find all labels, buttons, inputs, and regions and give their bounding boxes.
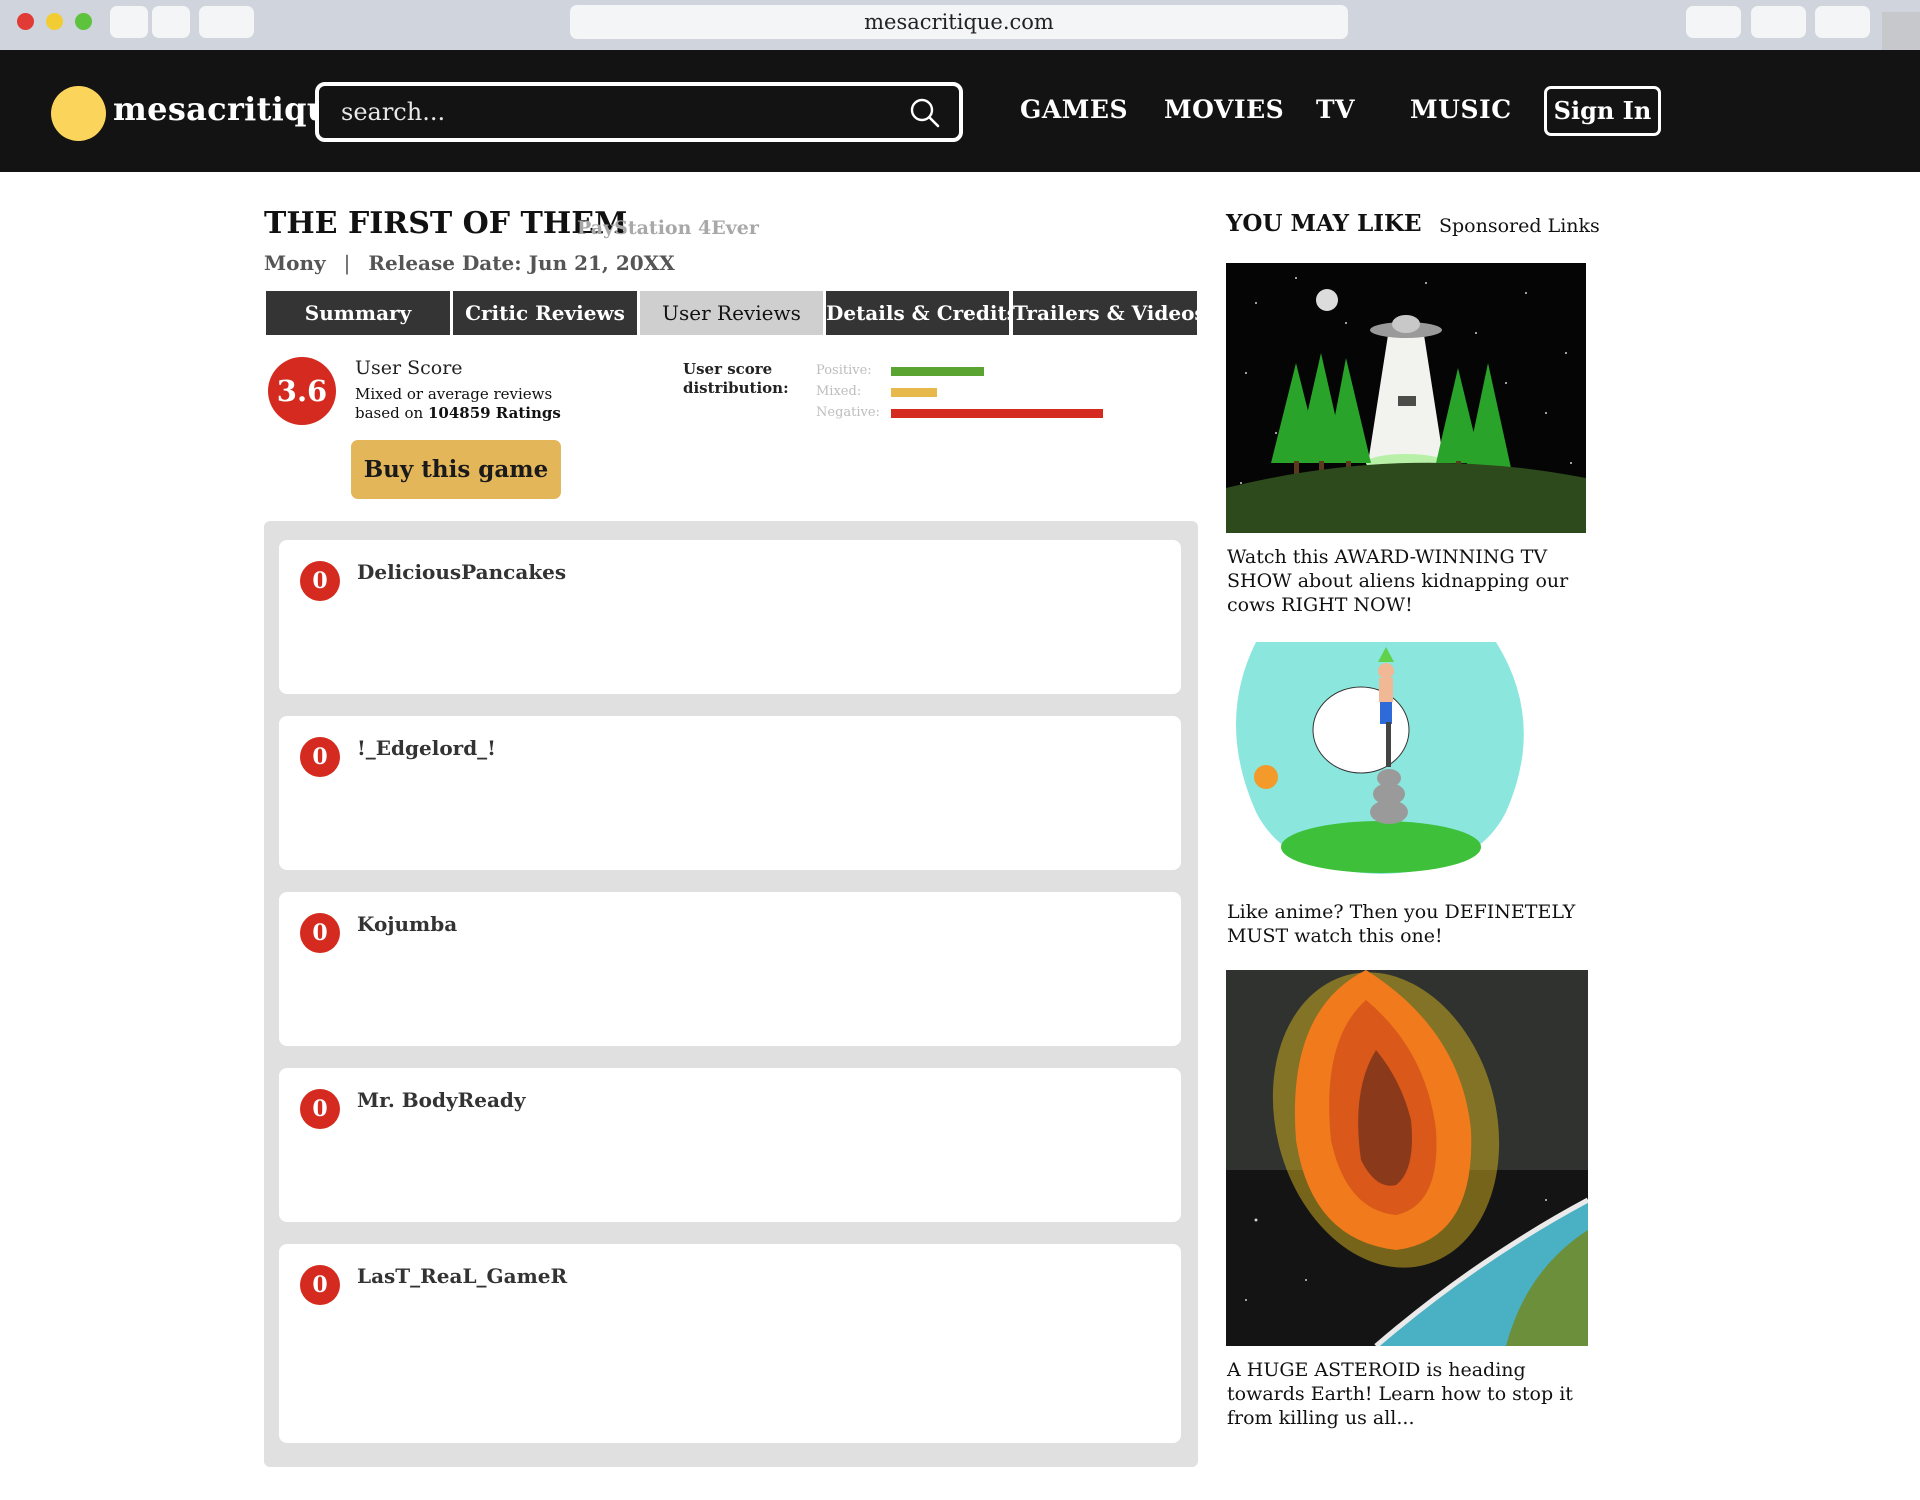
review-card[interactable]: 0 LasT_ReaL_GameR [279,1244,1181,1443]
nav-music[interactable]: MUSIC [1410,95,1512,124]
dist-negative-bar [891,409,1103,418]
sponsored-label: Sponsored Links [1439,215,1600,237]
platform-link[interactable]: PayStation 4Ever [577,217,759,239]
review-username[interactable]: LasT_ReaL_GameR [357,1264,567,1288]
sign-in-button[interactable]: Sign In [1544,86,1661,136]
ratings-prefix: based on [355,404,428,422]
maximize-window-button[interactable] [75,13,92,30]
share-button[interactable] [1686,6,1741,38]
search-icon[interactable] [909,97,941,129]
back-button[interactable] [110,6,148,38]
review-username[interactable]: DeliciousPancakes [357,560,566,584]
tabs-overview-button[interactable] [1815,6,1870,38]
dist-positive-label: Positive: [816,363,872,378]
tab-summary[interactable]: Summary [266,291,450,335]
page-title: THE FIRST OF THEM [264,206,628,241]
publisher-link[interactable]: Mony [264,251,326,275]
close-window-button[interactable] [17,13,34,30]
review-card[interactable]: 0 Mr. BodyReady [279,1068,1181,1222]
asteroid-ad-image[interactable] [1226,970,1588,1346]
dist-mixed-bar [891,388,937,397]
reload-button[interactable] [199,6,254,38]
tab-details-credits[interactable]: Details & Credits [826,291,1018,335]
ufo-ad-image[interactable] [1226,263,1586,533]
nav-games[interactable]: GAMES [1020,95,1128,124]
tab-trailers-videos[interactable]: Trailers & Videos [1013,291,1206,335]
ad-caption[interactable]: Like anime? Then you DEFINETELY MUST wat… [1227,900,1607,948]
review-username[interactable]: Mr. BodyReady [357,1088,526,1112]
game-meta: Mony | Release Date: Jun 21, 20XX [264,251,675,275]
address-bar[interactable]: mesacritique.com [570,5,1348,39]
review-card[interactable]: 0 Kojumba [279,892,1181,1046]
forward-button[interactable] [152,6,190,38]
review-score-badge: 0 [300,1089,340,1129]
minimize-window-button[interactable] [46,13,63,30]
search-placeholder: search... [341,98,446,126]
ad-caption[interactable]: Watch this AWARD-WINNING TV SHOW about a… [1227,545,1607,617]
user-score-description: Mixed or average reviews based on 104859… [355,385,561,423]
user-score-badge: 3.6 [268,357,336,425]
review-score-badge: 0 [300,737,340,777]
ratings-count-line: based on 104859 Ratings [355,404,561,423]
dist-mixed-label: Mixed: [816,384,862,399]
anime-ad-image[interactable] [1226,642,1536,882]
review-score-badge: 0 [300,1265,340,1305]
review-username[interactable]: !_Edgelord_! [357,736,496,760]
review-score-badge: 0 [300,561,340,601]
site-header: mesacritique search... GAMES MOVIES TV M… [0,50,1920,172]
new-tab-button[interactable] [1751,6,1806,38]
buy-game-button[interactable]: Buy this game [351,440,561,499]
search-input[interactable]: search... [315,82,963,142]
reviews-panel: 0 DeliciousPancakes 0 !_Edgelord_! 0 Koj… [264,521,1198,1467]
score-summary: Mixed or average reviews [355,385,553,403]
ratings-count[interactable]: 104859 Ratings [428,404,561,422]
scrollbar[interactable] [1882,12,1920,50]
review-username[interactable]: Kojumba [357,912,457,936]
sidebar-title: YOU MAY LIKE [1226,210,1422,237]
tab-critic-reviews[interactable]: Critic Reviews [453,291,637,335]
logo-icon[interactable] [51,86,106,141]
review-score-badge: 0 [300,913,340,953]
dist-positive-bar [891,367,984,376]
nav-movies[interactable]: MOVIES [1164,95,1284,124]
user-score-label: User Score [355,357,463,379]
dist-negative-label: Negative: [816,405,880,420]
meta-separator: | [343,251,351,275]
nav-tv[interactable]: TV [1316,95,1355,124]
release-date: Release Date: Jun 21, 20XX [368,251,675,275]
browser-chrome: mesacritique.com [0,0,1920,50]
tab-user-reviews[interactable]: User Reviews [640,291,823,335]
distribution-label: User score distribution: [683,360,789,397]
ad-caption[interactable]: A HUGE ASTEROID is heading towards Earth… [1227,1358,1607,1430]
review-card[interactable]: 0 !_Edgelord_! [279,716,1181,870]
review-card[interactable]: 0 DeliciousPancakes [279,540,1181,694]
